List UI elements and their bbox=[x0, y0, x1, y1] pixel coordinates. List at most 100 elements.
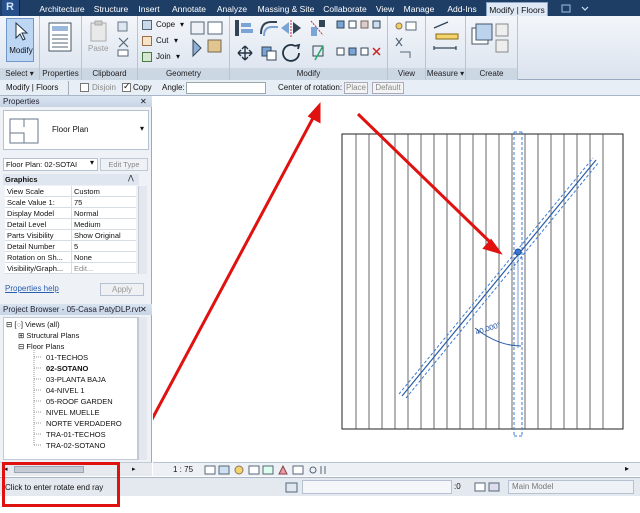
prop-row[interactable]: View Scale Custom bbox=[5, 186, 136, 197]
angle-input[interactable] bbox=[186, 82, 266, 94]
panel-clipboard: Paste Clipboard bbox=[82, 16, 138, 80]
floor-plan-icon bbox=[9, 118, 39, 144]
tab-architecture[interactable]: Architecture bbox=[36, 2, 88, 16]
panel-geometry-label: Geometry bbox=[138, 68, 229, 80]
view-scale[interactable]: 1 : 75 bbox=[173, 465, 193, 474]
prop-row[interactable]: Display Model Normal bbox=[5, 208, 136, 219]
view-control-icons[interactable] bbox=[203, 464, 333, 476]
measure-icon[interactable] bbox=[432, 20, 462, 62]
tree-leaf[interactable]: TRA-01-TECHOS bbox=[46, 429, 106, 440]
collapse-icon[interactable]: ⋀ bbox=[128, 174, 134, 182]
panel-measure-label[interactable]: Measure ▾ bbox=[426, 68, 465, 80]
close-icon[interactable]: ✕ bbox=[140, 305, 147, 314]
view-tools-icons[interactable] bbox=[392, 20, 422, 62]
panel-geometry: Cope ▾ Cut ▾ Join ▾ Geometry bbox=[138, 16, 230, 80]
tree-leaf-active[interactable]: 02-SOTANO bbox=[46, 363, 88, 374]
scroll-right-icon[interactable]: ▸ bbox=[132, 465, 136, 473]
tree-leaf[interactable]: NIVEL MUELLE bbox=[46, 407, 100, 418]
cope-icon bbox=[142, 20, 152, 30]
apply-button[interactable]: Apply bbox=[100, 283, 144, 296]
copy-checkbox[interactable] bbox=[122, 81, 131, 92]
panel-select-label[interactable]: Select ▾ bbox=[0, 68, 39, 80]
tree-leaf[interactable]: TRA-02-SOTANO bbox=[46, 440, 105, 451]
tree-guide-lines bbox=[33, 346, 42, 446]
tab-annotate[interactable]: Annotate bbox=[168, 2, 210, 16]
prop-row[interactable]: Detail Level Medium bbox=[5, 219, 136, 230]
prop-row[interactable]: Visibility/Graph... Edit... bbox=[5, 263, 136, 274]
collapse-icon: ⊟ bbox=[6, 320, 13, 329]
prop-row[interactable]: Scale Value 1: 75 bbox=[5, 197, 136, 208]
divider bbox=[68, 81, 69, 95]
tab-manage[interactable]: Manage bbox=[402, 2, 436, 16]
properties-title: Properties bbox=[0, 96, 152, 107]
prop-row[interactable]: Detail Number 5 bbox=[5, 241, 136, 252]
tab-view[interactable]: View bbox=[373, 2, 397, 16]
tab-add-ins[interactable]: Add-Ins bbox=[444, 2, 480, 16]
prop-row[interactable]: Rotation on Sh... None bbox=[5, 252, 136, 263]
ribbon: Modify Select ▾ Properties Paste Clipboa… bbox=[0, 16, 640, 80]
type-selector[interactable]: Floor Plan ▾ bbox=[3, 110, 149, 150]
modify-tools-icons[interactable] bbox=[233, 18, 385, 66]
properties-scrollbar[interactable] bbox=[138, 186, 147, 274]
view-control-bar: 1 : 75 ▸ bbox=[153, 462, 640, 476]
revit-logo-icon: R bbox=[6, 1, 14, 13]
paste-button-label[interactable]: Paste bbox=[88, 44, 108, 53]
prop-row[interactable]: Parts Visibility Show Original bbox=[5, 230, 136, 241]
browser-scrollbar[interactable] bbox=[138, 317, 147, 460]
center-of-rotation-label: Center of rotation: bbox=[278, 83, 343, 92]
workset-dropdown[interactable] bbox=[302, 480, 452, 494]
tab-massing-site[interactable]: Massing & Site bbox=[255, 2, 317, 16]
geometry-tools-icons[interactable] bbox=[190, 20, 226, 64]
tab-analyze[interactable]: Analyze bbox=[214, 2, 250, 16]
cursor-arrow-icon bbox=[15, 22, 29, 41]
canvas-scroll-right-icon[interactable]: ▸ bbox=[625, 464, 629, 473]
worksets-icon[interactable] bbox=[285, 482, 299, 493]
active-model-dropdown[interactable]: Main Model bbox=[508, 480, 634, 494]
properties-icon[interactable] bbox=[48, 22, 74, 54]
panel-view: View bbox=[388, 16, 426, 80]
create-group-icon[interactable] bbox=[470, 20, 510, 60]
panel-create: Create bbox=[466, 16, 518, 80]
close-icon[interactable]: ✕ bbox=[140, 97, 147, 106]
disjoin-label: Disjoin bbox=[92, 83, 117, 92]
join-icon bbox=[142, 52, 152, 62]
copy-label: Copy bbox=[133, 83, 152, 92]
modify-button[interactable]: Modify bbox=[6, 18, 34, 62]
graphics-group-header[interactable]: Graphics bbox=[3, 174, 139, 185]
default-button[interactable]: Default bbox=[372, 82, 404, 94]
instance-selector-text: Floor Plan: 02-SOTAI bbox=[6, 160, 78, 169]
paste-icon[interactable] bbox=[88, 20, 110, 42]
place-button[interactable]: Place bbox=[344, 82, 368, 94]
drawing-canvas[interactable]: 40.000° bbox=[153, 96, 640, 462]
joist-lines bbox=[355, 134, 604, 429]
tree-leaf[interactable]: 04-NIVEL 1 bbox=[46, 385, 85, 396]
tree-leaf[interactable]: 05-ROOF GARDEN bbox=[46, 396, 113, 407]
panel-select: Modify Select ▾ bbox=[0, 16, 40, 80]
tree-leaf[interactable]: 03-PLANTA BAJA bbox=[46, 374, 106, 385]
project-browser-title: Project Browser - 05-Casa PatyDLP.rvt bbox=[0, 304, 152, 315]
type-name: Floor Plan bbox=[52, 125, 89, 134]
chevron-down-icon: ▾ bbox=[90, 158, 95, 167]
tab-modify-floors[interactable]: Modify | Floors bbox=[486, 2, 548, 16]
floor-plan-drawing bbox=[153, 102, 624, 437]
tree-leaf[interactable]: NORTE VERDADERO bbox=[46, 418, 122, 429]
views-icon: [◌] bbox=[14, 320, 24, 329]
instance-selector[interactable]: Floor Plan: 02-SOTAI bbox=[3, 158, 98, 171]
disjoin-checkbox[interactable] bbox=[80, 83, 89, 92]
tab-collaborate[interactable]: Collaborate bbox=[321, 2, 369, 16]
panel-create-label: Create bbox=[466, 68, 517, 80]
copy-cut-small-icons[interactable] bbox=[116, 20, 132, 58]
angle-label: Angle: bbox=[162, 83, 185, 92]
tab-structure[interactable]: Structure bbox=[91, 2, 131, 16]
tree-node-structural-plans[interactable]: ⊞ Structural Plans bbox=[18, 330, 79, 341]
tree-leaf[interactable]: 01-TECHOS bbox=[46, 352, 88, 363]
ribbon-minimize-controls[interactable] bbox=[560, 3, 638, 14]
properties-help-link[interactable]: Properties help bbox=[5, 284, 59, 293]
cope-label: Cope bbox=[156, 20, 176, 29]
design-options-icons[interactable] bbox=[474, 482, 504, 493]
edit-type-button[interactable]: Edit Type bbox=[100, 158, 148, 171]
tab-insert[interactable]: Insert bbox=[134, 2, 164, 16]
tree-node-views[interactable]: ⊟ [◌] Views (all) bbox=[6, 319, 60, 330]
panel-clipboard-label: Clipboard bbox=[82, 68, 137, 80]
application-menu-button[interactable]: R bbox=[2, 0, 20, 16]
